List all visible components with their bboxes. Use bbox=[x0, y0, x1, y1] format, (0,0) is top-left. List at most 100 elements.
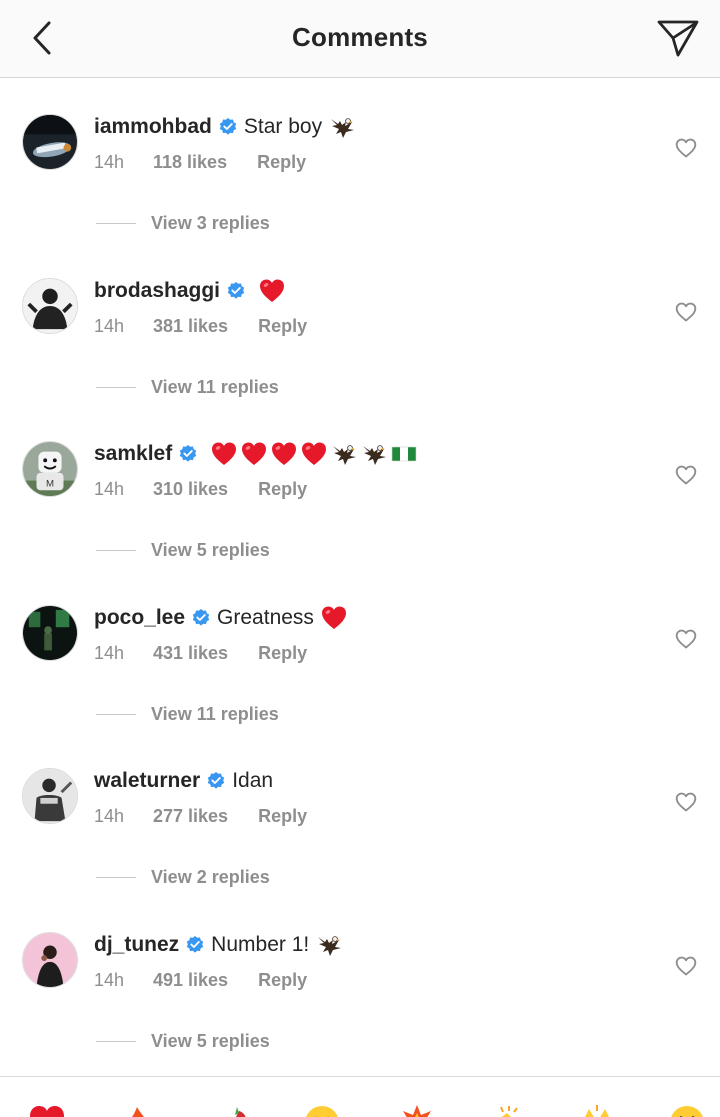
avatar[interactable] bbox=[22, 768, 78, 824]
smiling-face-reaction-button[interactable] bbox=[667, 1103, 707, 1117]
likes-count[interactable]: 431 likes bbox=[153, 643, 228, 664]
likes-count[interactable]: 310 likes bbox=[153, 479, 228, 500]
reply-button[interactable]: Reply bbox=[258, 643, 307, 664]
comment-meta: 14h 381 likes Reply bbox=[94, 316, 307, 337]
view-replies-label: View 3 replies bbox=[151, 213, 270, 233]
view-replies-button[interactable]: View 2 replies bbox=[96, 867, 270, 888]
username[interactable]: dj_tunez bbox=[94, 933, 179, 957]
likes-count[interactable]: 381 likes bbox=[153, 316, 228, 337]
comment-item: poco_lee Greatness 14h 431 likes Reply V… bbox=[0, 570, 720, 734]
likes-count[interactable]: 277 likes bbox=[153, 806, 228, 827]
fire-reaction-button[interactable] bbox=[117, 1103, 157, 1117]
username[interactable]: waleturner bbox=[94, 769, 200, 793]
red-heart-reaction-button[interactable] bbox=[27, 1103, 67, 1117]
heart-outline-icon bbox=[674, 791, 698, 813]
divider bbox=[96, 713, 136, 715]
like-button[interactable] bbox=[672, 299, 700, 325]
eagle-emoji bbox=[360, 440, 388, 468]
comment-meta: 14h 491 likes Reply bbox=[94, 970, 307, 991]
username[interactable]: iammohbad bbox=[94, 115, 212, 139]
emoji-group bbox=[320, 604, 348, 632]
avatar[interactable] bbox=[22, 277, 78, 334]
quick-reaction-bar bbox=[0, 1076, 720, 1117]
clapping-reaction-button[interactable] bbox=[487, 1103, 527, 1117]
view-replies-button[interactable]: View 11 replies bbox=[96, 377, 279, 398]
timestamp: 14h bbox=[94, 969, 125, 990]
likes-count[interactable]: 118 likes bbox=[153, 152, 227, 173]
view-replies-button[interactable]: View 5 replies bbox=[96, 540, 270, 561]
reply-button[interactable]: Reply bbox=[258, 316, 307, 337]
view-replies-label: View 5 replies bbox=[151, 540, 270, 560]
username[interactable]: samklef bbox=[94, 442, 172, 466]
grinning-face-reaction-button[interactable] bbox=[302, 1103, 342, 1117]
chili-reaction-button[interactable] bbox=[217, 1103, 257, 1117]
reply-button[interactable]: Reply bbox=[258, 479, 307, 500]
comment-item: M samklef 14h 310 likes Reply View 5 rep… bbox=[0, 406, 720, 570]
nigeria-flag-emoji bbox=[390, 440, 418, 468]
avatar[interactable] bbox=[22, 931, 78, 988]
heart-outline-icon bbox=[674, 137, 698, 159]
header-bar: Comments bbox=[0, 0, 720, 78]
eagle-emoji bbox=[330, 440, 358, 468]
reply-button[interactable]: Reply bbox=[258, 970, 307, 991]
view-replies-button[interactable]: View 11 replies bbox=[96, 704, 279, 725]
divider bbox=[96, 386, 136, 388]
explosion-reaction-button[interactable] bbox=[397, 1103, 437, 1117]
comment-line: dj_tunez Number 1! bbox=[94, 930, 343, 960]
like-button[interactable] bbox=[672, 626, 700, 652]
view-replies-label: View 11 replies bbox=[151, 703, 279, 724]
username[interactable]: poco_lee bbox=[94, 606, 185, 630]
red-heart-emoji bbox=[270, 440, 298, 468]
emoji-group bbox=[328, 113, 356, 141]
avatar[interactable] bbox=[22, 604, 78, 661]
like-button[interactable] bbox=[672, 789, 700, 815]
view-replies-button[interactable]: View 5 replies bbox=[96, 1031, 270, 1052]
red-heart-emoji bbox=[258, 277, 286, 305]
username[interactable]: brodashaggi bbox=[94, 279, 220, 303]
timestamp: 14h bbox=[94, 479, 125, 499]
eagle-emoji bbox=[328, 113, 356, 141]
emoji-group bbox=[315, 931, 343, 959]
timestamp: 14h bbox=[94, 642, 125, 663]
divider bbox=[96, 1040, 136, 1042]
comment-item: brodashaggi 14h 381 likes Reply View 11 … bbox=[0, 243, 720, 407]
divider bbox=[96, 550, 136, 551]
comment-text: Idan bbox=[232, 769, 274, 792]
verified-badge-icon bbox=[226, 281, 246, 301]
comment-line: poco_lee Greatness bbox=[94, 603, 348, 633]
comment-text: Star boy bbox=[243, 115, 323, 138]
red-heart-emoji bbox=[300, 440, 328, 468]
paper-plane-icon bbox=[657, 20, 699, 57]
comment-line: waleturner Idan bbox=[94, 766, 273, 796]
heart-outline-icon bbox=[674, 464, 698, 486]
comment-meta: 14h 310 likes Reply bbox=[94, 479, 307, 500]
like-button[interactable] bbox=[672, 462, 700, 488]
comment-line: iammohbad Star boy bbox=[94, 112, 356, 142]
timestamp: 14h bbox=[94, 315, 125, 336]
verified-badge-icon bbox=[178, 444, 198, 464]
avatar[interactable] bbox=[22, 114, 78, 170]
view-replies-label: View 2 replies bbox=[151, 867, 270, 887]
divider bbox=[96, 223, 136, 224]
raised-hands-reaction-button[interactable] bbox=[577, 1103, 617, 1117]
red-heart-emoji bbox=[240, 440, 268, 468]
comment-item: iammohbad Star boy 14h 118 likes Reply V… bbox=[0, 79, 720, 243]
verified-badge-icon bbox=[191, 608, 211, 628]
comment-line: samklef bbox=[94, 439, 418, 469]
reply-button[interactable]: Reply bbox=[257, 152, 306, 173]
page-title: Comments bbox=[292, 22, 428, 52]
like-button[interactable] bbox=[672, 135, 700, 161]
direct-share-button[interactable] bbox=[654, 14, 702, 62]
comments-list: iammohbad Star boy 14h 118 likes Reply V… bbox=[0, 79, 720, 1060]
comment-text: Greatness bbox=[217, 605, 314, 629]
reply-button[interactable]: Reply bbox=[258, 806, 307, 827]
verified-badge-icon bbox=[218, 117, 238, 137]
like-button[interactable] bbox=[672, 953, 700, 979]
comment-line: brodashaggi bbox=[94, 276, 286, 306]
avatar[interactable]: M bbox=[22, 441, 78, 497]
emoji-group bbox=[258, 277, 286, 305]
view-replies-button[interactable]: View 3 replies bbox=[96, 213, 270, 234]
likes-count[interactable]: 491 likes bbox=[153, 970, 228, 991]
view-replies-label: View 5 replies bbox=[151, 1030, 270, 1051]
eagle-emoji bbox=[315, 931, 343, 959]
